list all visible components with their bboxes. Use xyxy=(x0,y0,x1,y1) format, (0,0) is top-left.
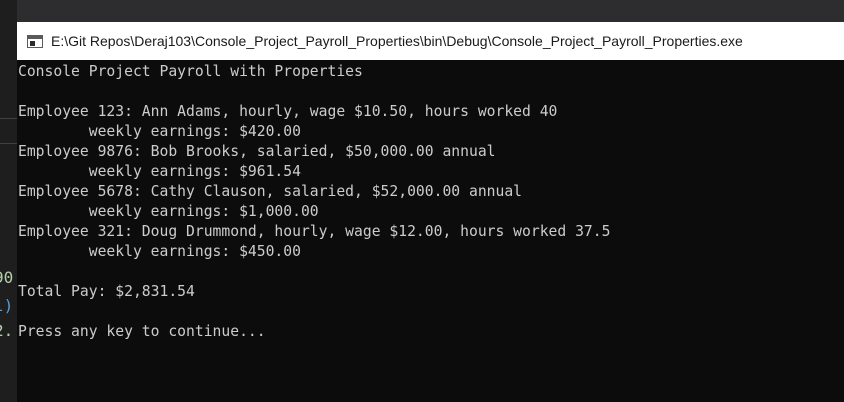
console-line: Employee 321: Doug Drummond, hourly, wag… xyxy=(18,223,611,240)
console-line: Employee 9876: Bob Brooks, salaried, $50… xyxy=(18,143,496,160)
console-line: Console Project Payroll with Properties xyxy=(18,63,363,80)
total-pay-line: Total Pay: $2,831.54 xyxy=(18,283,195,300)
console-title-bar[interactable]: E:\Git Repos\Deraj103\Console_Project_Pa… xyxy=(17,22,844,60)
ide-editor-background: , 90 l) 2. xyxy=(0,0,17,402)
ide-divider xyxy=(0,143,17,144)
window-title: E:\Git Repos\Deraj103\Console_Project_Pa… xyxy=(51,33,743,49)
ide-top-bar xyxy=(0,0,844,22)
console-line: weekly earnings: $961.54 xyxy=(18,163,301,180)
console-line: Employee 5678: Cathy Clauson, salaried, … xyxy=(18,183,523,200)
console-output[interactable]: Console Project Payroll with Properties … xyxy=(18,62,842,402)
console-line: weekly earnings: $450.00 xyxy=(18,243,301,260)
console-window[interactable]: E:\Git Repos\Deraj103\Console_Project_Pa… xyxy=(17,22,844,402)
ide-code-fragment: 90 xyxy=(0,268,14,287)
ide-code-fragment: l) xyxy=(0,296,14,315)
console-line: weekly earnings: $1,000.00 xyxy=(18,203,319,220)
console-line: Employee 123: Ann Adams, hourly, wage $1… xyxy=(18,103,558,120)
ide-code-fragment: 2. xyxy=(0,321,14,340)
ide-code-fragment: , xyxy=(0,248,4,268)
press-any-key-prompt: Press any key to continue... xyxy=(18,323,266,340)
console-window-icon[interactable] xyxy=(27,34,43,48)
desktop: , 90 l) 2. E:\Git Repos\Deraj103\Console… xyxy=(0,0,844,402)
ide-divider xyxy=(0,118,17,119)
console-line: weekly earnings: $420.00 xyxy=(18,123,301,140)
